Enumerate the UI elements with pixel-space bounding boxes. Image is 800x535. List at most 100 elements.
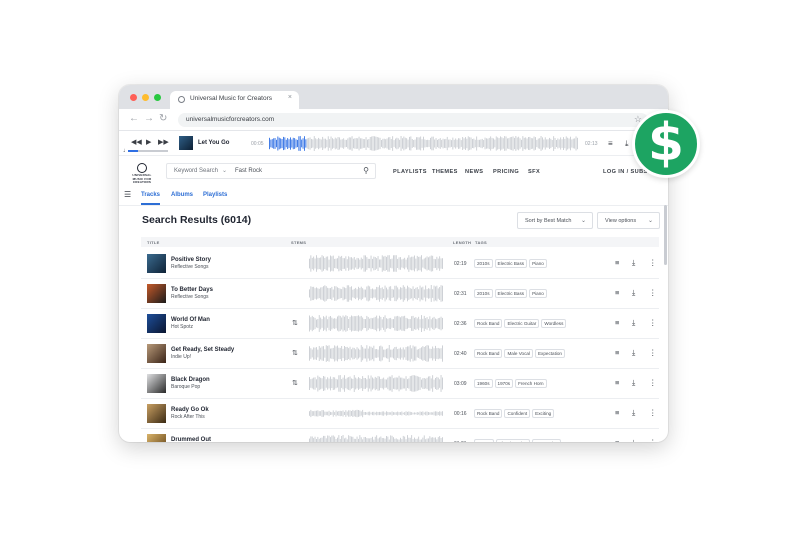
table-row[interactable]: Positive Story Reflective Songs 02:19 2010s… xyxy=(141,249,659,279)
tag-chip[interactable]: Rock Band xyxy=(474,409,503,418)
browser-tab[interactable]: Universal Music for Creators × xyxy=(170,91,299,109)
table-row[interactable]: Black Dragon Baroque Pop ⇅ 03:09 1960s 1970s F… xyxy=(141,369,659,399)
track-title[interactable]: Get Ready, Set Steady xyxy=(171,347,234,353)
track-title[interactable]: To Better Days xyxy=(171,287,213,293)
search-bar[interactable]: Keyword Search ⌄ Fast Rock ⚲ xyxy=(166,163,376,179)
stems-icon[interactable]: ⇅ xyxy=(292,349,298,357)
track-title[interactable]: Ready Go Ok xyxy=(171,407,209,413)
tag-chip[interactable]: Electric Bass xyxy=(494,289,528,298)
download-icon[interactable]: ⤓ xyxy=(632,348,635,358)
table-row[interactable]: Ready Go Ok Rock After This 00:16 Rock Band… xyxy=(141,399,659,429)
album-art[interactable] xyxy=(147,314,166,333)
more-options-icon[interactable]: ⋮ xyxy=(649,288,657,297)
more-options-icon[interactable]: ⋮ xyxy=(649,408,657,417)
minimize-window-dot[interactable] xyxy=(142,94,149,101)
nav-playlists[interactable]: PLAYLISTS xyxy=(393,169,427,175)
download-icon[interactable]: ⤓ xyxy=(632,438,635,442)
track-title[interactable]: Drummed Out xyxy=(171,437,211,442)
tag-chip[interactable]: Male Vocal xyxy=(504,349,533,358)
tag-chip[interactable]: Rock Band xyxy=(474,349,503,358)
add-to-playlist-icon[interactable]: ≡ xyxy=(615,408,619,417)
more-options-icon[interactable]: ⋮ xyxy=(649,318,657,327)
tag-chip[interactable]: Exciting xyxy=(532,409,555,418)
track-title[interactable]: World Of Man xyxy=(171,317,210,323)
album-art[interactable] xyxy=(147,284,166,303)
tag-chip[interactable]: Electric Guitar xyxy=(495,439,531,442)
download-icon[interactable]: ⤓ xyxy=(625,139,629,149)
back-arrow-icon[interactable]: ← xyxy=(129,114,139,124)
track-waveform[interactable] xyxy=(309,375,444,392)
track-album[interactable]: Indie Up! xyxy=(171,354,191,360)
add-to-playlist-icon[interactable]: ≡ xyxy=(615,258,619,267)
tag-chip[interactable]: Expectation xyxy=(534,349,565,358)
track-album[interactable]: Rock After This xyxy=(171,414,205,420)
volume-slider[interactable] xyxy=(128,150,168,152)
album-art[interactable] xyxy=(147,374,166,393)
add-to-playlist-icon[interactable]: ≡ xyxy=(608,139,613,148)
nav-news[interactable]: NEWS xyxy=(465,169,483,175)
track-album[interactable]: Reflective Songs xyxy=(171,264,209,270)
download-icon[interactable]: ⤓ xyxy=(632,378,635,388)
maximize-window-dot[interactable] xyxy=(154,94,161,101)
reload-icon[interactable]: ↻ xyxy=(159,114,167,124)
tag-chip[interactable]: French Horn xyxy=(515,379,547,388)
play-icon[interactable]: ▶ xyxy=(146,139,151,147)
track-album[interactable]: Baroque Pop xyxy=(171,384,200,390)
tag-chip[interactable]: 1970s xyxy=(494,379,514,388)
track-waveform[interactable] xyxy=(309,255,444,272)
search-type-select[interactable]: Keyword Search xyxy=(174,168,218,174)
stems-icon[interactable]: ⇅ xyxy=(292,319,298,327)
tag-chip[interactable]: 2010s xyxy=(474,289,493,298)
site-logo[interactable]: UNIVERSAL MUSIC FOR CREATORS xyxy=(129,163,155,185)
album-art[interactable] xyxy=(147,344,166,363)
scrollbar[interactable] xyxy=(664,205,667,265)
table-row[interactable]: Drummed Out 01:21 DrumsElectric GuitarAggr… xyxy=(141,429,659,442)
next-track-icon[interactable]: ▶▶ xyxy=(158,139,169,147)
tab-close-icon[interactable]: × xyxy=(288,94,292,101)
url-field[interactable]: universalmusicforcreators.com ☆ xyxy=(178,113,648,127)
nav-themes[interactable]: THEMES xyxy=(432,169,458,175)
tag-chip[interactable]: Aggressive xyxy=(532,439,562,442)
track-album[interactable]: Reflective Songs xyxy=(171,294,209,300)
add-to-playlist-icon[interactable]: ≡ xyxy=(615,318,619,327)
track-waveform[interactable] xyxy=(309,315,444,332)
download-icon[interactable]: ⤓ xyxy=(632,318,635,328)
previous-track-icon[interactable]: ◀◀ xyxy=(131,139,142,147)
more-options-icon[interactable]: ⋮ xyxy=(649,378,657,387)
tag-chip[interactable]: Drums xyxy=(474,439,494,442)
album-art[interactable] xyxy=(147,254,166,273)
track-album[interactable]: Hot Spotz xyxy=(171,324,193,330)
player-waveform[interactable] xyxy=(269,136,579,151)
tab-playlists[interactable]: Playlists xyxy=(203,192,227,198)
stems-icon[interactable]: ⇅ xyxy=(292,379,298,387)
tag-chip[interactable]: Rock Band xyxy=(474,319,503,328)
table-row[interactable]: Get Ready, Set Steady Indie Up! ⇅ 02:40 Rock… xyxy=(141,339,659,369)
download-icon[interactable]: ⤓ xyxy=(632,408,635,418)
forward-arrow-icon[interactable]: → xyxy=(144,114,154,124)
search-input[interactable]: Fast Rock xyxy=(235,168,262,174)
add-to-playlist-icon[interactable]: ≡ xyxy=(615,378,619,387)
track-title[interactable]: Positive Story xyxy=(171,257,211,263)
close-window-dot[interactable] xyxy=(130,94,137,101)
track-title[interactable]: Black Dragon xyxy=(171,377,210,383)
download-icon[interactable]: ⤓ xyxy=(632,288,635,298)
table-row[interactable]: To Better Days Reflective Songs 02:31 2010s… xyxy=(141,279,659,309)
tag-chip[interactable]: Wordless xyxy=(541,319,567,328)
add-to-playlist-icon[interactable]: ≡ xyxy=(615,438,619,442)
more-options-icon[interactable]: ⋮ xyxy=(649,258,657,267)
track-waveform[interactable] xyxy=(309,345,444,362)
tag-chip[interactable]: Piano xyxy=(529,289,547,298)
tab-tracks[interactable]: Tracks xyxy=(141,192,160,198)
tag-chip[interactable]: Electric Guitar xyxy=(504,319,540,328)
more-options-icon[interactable]: ⋮ xyxy=(649,348,657,357)
search-icon[interactable]: ⚲ xyxy=(363,166,369,175)
tag-chip[interactable]: Confident xyxy=(504,409,531,418)
table-row[interactable]: World Of Man Hot Spotz ⇅ 02:36 Rock Band Elec… xyxy=(141,309,659,339)
add-to-playlist-icon[interactable]: ≡ xyxy=(615,348,619,357)
nav-sfx[interactable]: SFX xyxy=(528,169,540,175)
more-options-icon[interactable]: ⋮ xyxy=(649,438,657,442)
tag-chip[interactable]: 2010s xyxy=(474,259,493,268)
track-waveform[interactable] xyxy=(309,435,444,442)
add-to-playlist-icon[interactable]: ≡ xyxy=(615,288,619,297)
track-waveform[interactable] xyxy=(309,405,444,422)
